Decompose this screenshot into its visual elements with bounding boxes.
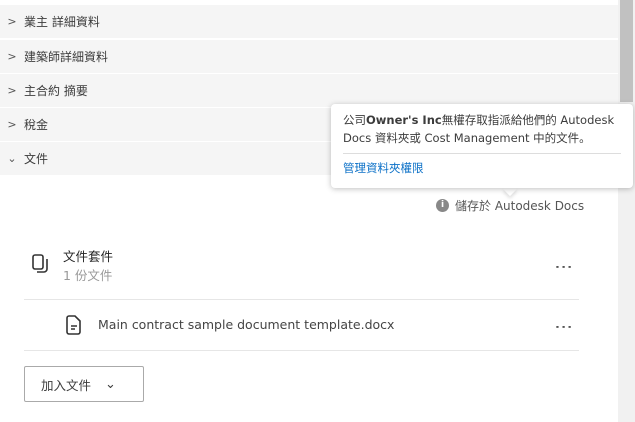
add-document-button[interactable]: 加入文件 ⌄ [24, 366, 144, 402]
chevron-right-icon: > [7, 15, 17, 28]
chevron-down-icon: ⌄ [105, 376, 116, 392]
chevron-down-icon: ⌄ [7, 152, 17, 165]
document-set-icon [32, 254, 48, 273]
section-label: 主合約 摘要 [24, 84, 88, 98]
stored-in-indicator[interactable]: i 儲存於 Autodesk Docs [436, 197, 584, 214]
section-label: 稅金 [24, 118, 49, 132]
tooltip-prefix: 公司 [343, 113, 366, 127]
document-row[interactable]: Main contract sample document template.d… [24, 300, 579, 351]
chevron-right-icon: > [7, 84, 17, 97]
divider [343, 153, 621, 154]
scrollbar-thumb[interactable] [620, 0, 633, 102]
section-label: 業主 詳細資料 [24, 15, 100, 29]
permission-tooltip: 公司Owner's Inc無權存取指派給他們的 Autodesk Docs 資料… [331, 104, 633, 188]
manage-folder-permissions-link[interactable]: 管理資料夾權限 [343, 161, 424, 175]
more-options-icon[interactable]: ⋮ [553, 318, 574, 336]
company-name: Owner's Inc [366, 113, 442, 127]
document-icon [66, 315, 81, 335]
scrollbar[interactable] [618, 0, 635, 422]
section-contract-summary[interactable]: > 主合約 摘要 [0, 74, 618, 107]
info-icon: i [436, 199, 449, 212]
add-document-label: 加入文件 [41, 377, 92, 393]
chevron-right-icon: > [7, 50, 17, 63]
document-name[interactable]: Main contract sample document template.d… [98, 317, 394, 332]
chevron-right-icon: > [7, 118, 17, 131]
section-architect-details[interactable]: > 建築師詳細資料 [0, 40, 618, 73]
document-set-row[interactable]: 文件套件 1 份文件 ⋮ [24, 238, 579, 300]
stored-in-label: 儲存於 Autodesk Docs [455, 199, 585, 213]
section-label: 建築師詳細資料 [24, 50, 109, 64]
document-set-title: 文件套件 [63, 249, 114, 264]
tooltip-message: 公司Owner's Inc無權存取指派給他們的 Autodesk Docs 資料… [343, 111, 621, 147]
section-label: 文件 [24, 152, 49, 166]
more-options-icon[interactable]: ⋮ [553, 258, 574, 276]
document-count: 1 份文件 [63, 268, 113, 283]
section-owner-details[interactable]: > 業主 詳細資料 [0, 5, 618, 38]
